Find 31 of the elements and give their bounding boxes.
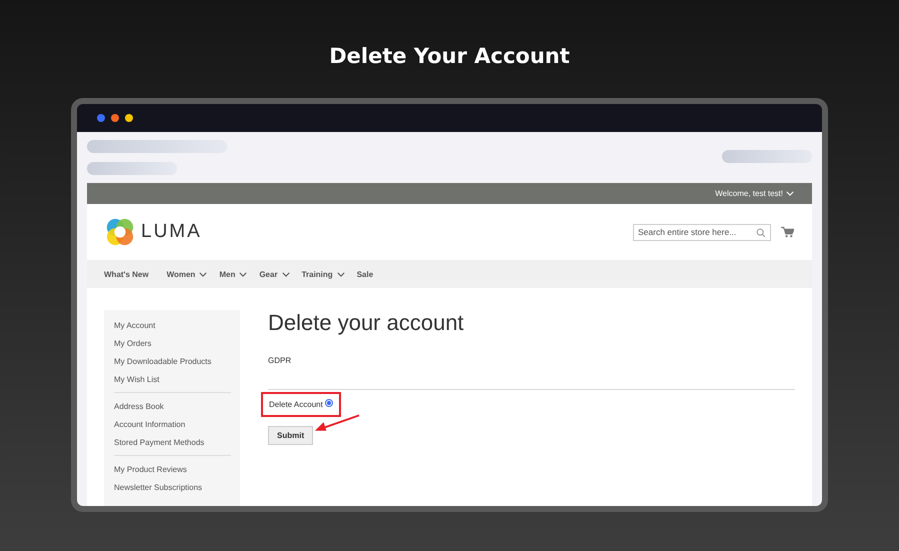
window-dot-icon: [125, 114, 133, 122]
section-label: GDPR: [268, 356, 292, 365]
window-dot-icon: [111, 114, 119, 122]
sidebar-link[interactable]: My Wish List: [114, 374, 240, 392]
logo-icon: [105, 217, 135, 247]
sidebar-link[interactable]: My Account: [114, 320, 240, 338]
nav-link[interactable]: Women: [166, 270, 208, 278]
sidebar-link[interactable]: My Product Reviews: [114, 464, 240, 482]
submit-button[interactable]: Submit: [268, 426, 314, 445]
cart-icon[interactable]: [781, 226, 794, 238]
welcome-menu[interactable]: Welcome, test test!: [715, 189, 794, 198]
sidebar-link[interactable]: Newsletter Subscriptions: [114, 482, 240, 500]
nav-link[interactable]: What's New: [104, 270, 149, 278]
window-dot-icon: [97, 114, 105, 122]
sidebar-link[interactable]: My Orders: [114, 338, 240, 356]
page-heading: Delete Your Account: [329, 44, 570, 68]
search-icon: [756, 228, 766, 238]
sidebar-link[interactable]: My Downloadable Products: [114, 356, 240, 374]
logo-text[interactable]: LUMA: [141, 221, 202, 243]
sidebar-link[interactable]: Address Book: [114, 401, 240, 419]
nav-link[interactable]: Men: [219, 270, 248, 278]
nav-link[interactable]: Gear: [259, 270, 290, 278]
search-field[interactable]: Search entire store here...: [633, 224, 771, 240]
nav-link[interactable]: Sale: [356, 270, 374, 278]
sidebar-link[interactable]: Account Information: [114, 419, 240, 437]
sidebar-link[interactable]: Stored Payment Methods: [114, 437, 240, 455]
nav-link[interactable]: Training: [302, 270, 345, 278]
page-title: Delete your account: [268, 310, 464, 336]
radio-button[interactable]: [324, 399, 333, 407]
caret-icon: [786, 191, 794, 196]
option-label: Delete Account: [269, 400, 323, 409]
